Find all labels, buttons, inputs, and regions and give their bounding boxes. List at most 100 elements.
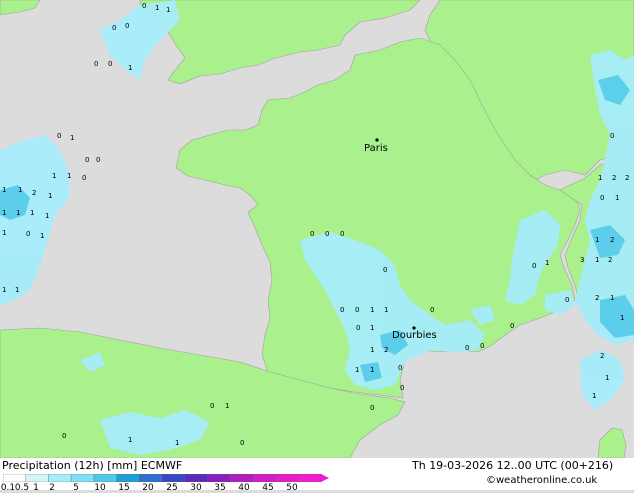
svg-text:2: 2	[610, 236, 614, 244]
svg-text:0: 0	[565, 296, 569, 304]
svg-text:0: 0	[532, 262, 536, 270]
svg-text:1: 1	[15, 286, 19, 294]
svg-text:1: 1	[384, 306, 388, 314]
color-scale-swatch	[184, 474, 209, 482]
svg-text:1: 1	[175, 439, 179, 447]
svg-text:0: 0	[112, 24, 116, 32]
svg-text:1: 1	[128, 64, 132, 72]
color-scale-tick-label: 35	[214, 483, 226, 493]
color-scale-tick-label: 40	[238, 483, 250, 493]
svg-text:1: 1	[595, 236, 599, 244]
svg-text:1: 1	[16, 209, 20, 217]
color-scale-tick-label: 20	[142, 483, 154, 493]
svg-text:1: 1	[40, 232, 44, 240]
color-scale-arrow	[321, 474, 329, 482]
legend-title-text: Precipitation (12h) [mm]	[2, 459, 138, 472]
svg-text:1: 1	[2, 209, 6, 217]
svg-text:1: 1	[592, 392, 596, 400]
legend-bar: Precipitation (12h) [mm] ECMWF Th 19-03-…	[0, 458, 634, 493]
paris-marker	[375, 138, 379, 142]
svg-text:0: 0	[125, 22, 129, 30]
svg-text:1: 1	[155, 4, 159, 12]
svg-text:0: 0	[355, 306, 359, 314]
svg-text:0: 0	[356, 324, 360, 332]
color-scale-tick-label: 2	[49, 483, 55, 493]
color-scale-tick-label: 0.5	[14, 483, 30, 493]
svg-text:1: 1	[2, 186, 6, 194]
color-scale-swatch	[3, 474, 27, 482]
svg-text:0: 0	[430, 306, 434, 314]
svg-text:1: 1	[30, 209, 34, 217]
svg-text:0: 0	[600, 194, 604, 202]
color-scale-swatch	[116, 474, 140, 482]
svg-text:1: 1	[615, 194, 619, 202]
color-scale-swatch	[93, 474, 118, 482]
color-scale-tick-label: 15	[118, 483, 130, 493]
svg-text:1: 1	[598, 174, 602, 182]
svg-text:1: 1	[48, 192, 52, 200]
color-scale-swatch	[48, 474, 72, 482]
svg-text:0: 0	[325, 230, 329, 238]
color-scale-swatch	[161, 474, 186, 482]
svg-text:1: 1	[166, 6, 170, 14]
svg-text:0: 0	[465, 344, 469, 352]
svg-text:2: 2	[625, 174, 629, 182]
valid-time: Th 19-03-2026 12..00 UTC (00+216)	[412, 459, 614, 472]
svg-text:0: 0	[610, 132, 614, 140]
svg-text:1: 1	[620, 314, 624, 322]
svg-text:1: 1	[128, 436, 132, 444]
color-scale-tick-label: 45	[262, 483, 274, 493]
svg-text:1: 1	[370, 306, 374, 314]
color-scale-swatch	[70, 474, 95, 482]
svg-text:1: 1	[610, 294, 614, 302]
svg-text:1: 1	[45, 212, 49, 220]
svg-text:1: 1	[545, 259, 549, 267]
color-scale-tick-label: 1	[33, 483, 39, 493]
svg-text:0: 0	[370, 404, 374, 412]
svg-text:0: 0	[210, 402, 214, 410]
city-label-dourbies: Dourbies	[392, 330, 437, 341]
color-scale	[3, 474, 329, 482]
svg-text:1: 1	[18, 186, 22, 194]
city-label-paris: Paris	[364, 143, 388, 154]
color-scale-swatch	[298, 474, 322, 482]
color-scale-swatch	[229, 474, 254, 482]
svg-text:0: 0	[26, 230, 30, 238]
svg-text:3: 3	[580, 256, 584, 264]
svg-text:0: 0	[62, 432, 66, 440]
svg-text:0: 0	[340, 306, 344, 314]
color-scale-swatch	[252, 474, 277, 482]
svg-text:0: 0	[142, 2, 146, 10]
svg-text:2: 2	[595, 294, 599, 302]
svg-text:0: 0	[383, 266, 387, 274]
svg-text:2: 2	[384, 346, 388, 354]
legend-model: ECMWF	[140, 459, 183, 472]
color-scale-tick-label: 5	[73, 483, 79, 493]
color-scale-swatch	[275, 474, 300, 482]
svg-text:2: 2	[32, 189, 36, 197]
svg-text:1: 1	[2, 286, 6, 294]
svg-text:1: 1	[370, 366, 374, 374]
svg-text:2: 2	[612, 174, 616, 182]
color-scale-swatch	[25, 474, 50, 482]
credit-text: ©weatheronline.co.uk	[486, 475, 598, 486]
svg-text:2: 2	[608, 256, 612, 264]
svg-text:1: 1	[2, 229, 6, 237]
svg-text:1: 1	[70, 134, 74, 142]
color-scale-tick-label: 10	[94, 483, 106, 493]
svg-text:1: 1	[370, 346, 374, 354]
color-scale-swatch	[207, 474, 231, 482]
svg-text:0: 0	[240, 439, 244, 447]
svg-text:0: 0	[310, 230, 314, 238]
map-stage: 112 111 111 011 111 001 000 010 001 100 …	[0, 0, 634, 493]
svg-text:0: 0	[510, 322, 514, 330]
svg-text:0: 0	[480, 342, 484, 350]
svg-text:1: 1	[225, 402, 229, 410]
svg-text:0: 0	[108, 60, 112, 68]
svg-text:0: 0	[85, 156, 89, 164]
svg-text:1: 1	[355, 366, 359, 374]
svg-text:1: 1	[595, 256, 599, 264]
color-scale-tick-label: 30	[190, 483, 202, 493]
svg-text:1: 1	[67, 172, 71, 180]
color-scale-tick-label: 25	[166, 483, 178, 493]
